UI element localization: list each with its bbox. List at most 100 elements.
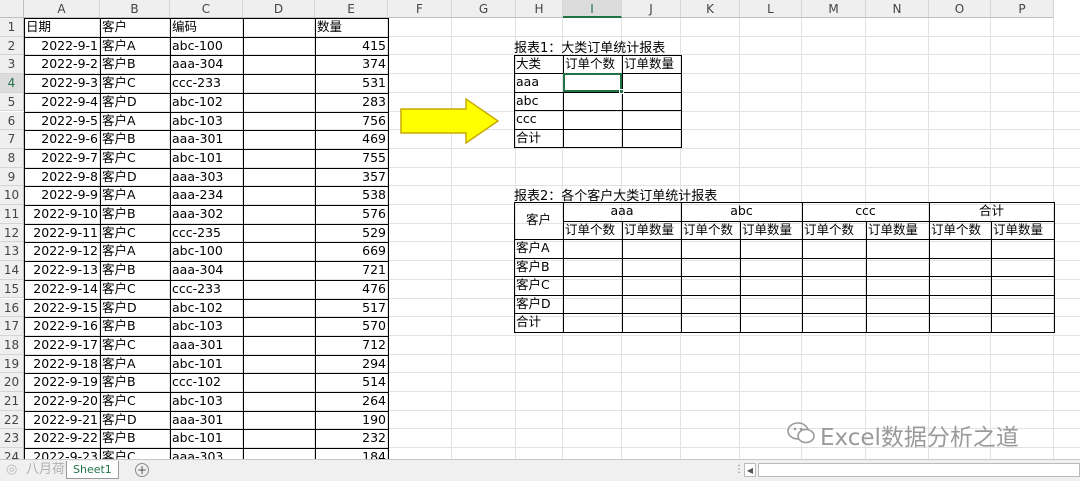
date-cell[interactable]: 2022-9-23 xyxy=(24,448,100,459)
horizontal-scrollbar[interactable] xyxy=(758,463,1080,477)
date-cell[interactable]: 2022-9-2 xyxy=(24,55,100,74)
header-cell[interactable]: 客户 xyxy=(100,18,170,37)
customer-cell[interactable]: 客户D xyxy=(100,411,170,430)
row-header-16[interactable]: 16 xyxy=(0,298,24,318)
row-header-17[interactable]: 17 xyxy=(0,317,24,336)
column-header-d[interactable]: D xyxy=(243,0,315,18)
quantity-cell[interactable]: 294 xyxy=(315,355,388,374)
code-cell[interactable]: abc-101 xyxy=(170,149,243,168)
date-cell[interactable]: 2022-9-17 xyxy=(24,336,100,355)
date-cell[interactable]: 2022-9-3 xyxy=(24,74,100,93)
column-header-a[interactable]: A xyxy=(24,0,100,18)
customer-cell[interactable]: 客户D xyxy=(100,299,170,318)
date-cell[interactable]: 2022-9-11 xyxy=(24,224,100,243)
date-cell[interactable]: 2022-9-19 xyxy=(24,373,100,392)
code-cell[interactable]: ccc-233 xyxy=(170,280,243,299)
customer-cell[interactable]: 客户B xyxy=(100,55,170,74)
report1-row-label[interactable]: ccc xyxy=(514,110,563,129)
code-cell[interactable]: abc-101 xyxy=(170,429,243,448)
row-header-22[interactable]: 22 xyxy=(0,410,24,430)
row-header-12[interactable]: 12 xyxy=(0,223,24,243)
report1-row-label[interactable]: abc xyxy=(514,92,563,111)
add-sheet-icon[interactable]: + xyxy=(135,463,149,477)
customer-cell[interactable]: 客户C xyxy=(100,74,170,93)
customer-cell[interactable]: 客户A xyxy=(100,186,170,205)
row-header-14[interactable]: 14 xyxy=(0,261,24,280)
row-header-5[interactable]: 5 xyxy=(0,92,24,112)
report2-sub-header[interactable]: 订单数量 xyxy=(991,221,1054,240)
date-cell[interactable]: 2022-9-13 xyxy=(24,261,100,280)
column-header-b[interactable]: B xyxy=(100,0,170,18)
report2-customer-header[interactable]: 客户 xyxy=(514,211,563,230)
column-header-h[interactable]: H xyxy=(516,0,563,18)
code-cell[interactable]: abc-101 xyxy=(170,355,243,374)
customer-cell[interactable]: 客户C xyxy=(100,224,170,243)
date-cell[interactable]: 2022-9-4 xyxy=(24,93,100,112)
date-cell[interactable]: 2022-9-8 xyxy=(24,168,100,187)
report2-row-label[interactable]: 客户C xyxy=(514,276,563,295)
code-cell[interactable]: abc-103 xyxy=(170,112,243,131)
customer-cell[interactable]: 客户D xyxy=(100,93,170,112)
code-cell[interactable]: abc-103 xyxy=(170,392,243,411)
row-header-1[interactable]: 1 xyxy=(0,18,24,37)
customer-cell[interactable]: 客户B xyxy=(100,429,170,448)
code-cell[interactable]: abc-100 xyxy=(170,37,243,56)
date-cell[interactable]: 2022-9-12 xyxy=(24,242,100,261)
report2-group-header[interactable]: 合计 xyxy=(929,202,1054,221)
row-header-24[interactable]: 24 xyxy=(0,448,24,459)
quantity-cell[interactable]: 669 xyxy=(315,242,388,261)
column-header-n[interactable]: N xyxy=(866,0,929,18)
fill-handle[interactable] xyxy=(619,89,624,94)
customer-cell[interactable]: 客户A xyxy=(100,355,170,374)
row-header-8[interactable]: 8 xyxy=(0,148,24,168)
row-header-10[interactable]: 10 xyxy=(0,186,24,205)
row-header-6[interactable]: 6 xyxy=(0,111,24,131)
quantity-cell[interactable]: 514 xyxy=(315,373,388,392)
date-cell[interactable]: 2022-9-6 xyxy=(24,130,100,149)
code-cell[interactable]: ccc-233 xyxy=(170,74,243,93)
code-cell[interactable]: aaa-234 xyxy=(170,186,243,205)
customer-cell[interactable]: 客户B xyxy=(100,205,170,224)
report2-group-header[interactable]: ccc xyxy=(802,202,929,221)
code-cell[interactable]: aaa-303 xyxy=(170,168,243,187)
customer-cell[interactable]: 客户C xyxy=(100,392,170,411)
report2-row-label[interactable]: 客户D xyxy=(514,295,563,314)
customer-cell[interactable]: 客户B xyxy=(100,373,170,392)
report2-sub-header[interactable]: 订单个数 xyxy=(563,221,622,240)
row-header-18[interactable]: 18 xyxy=(0,335,24,355)
date-cell[interactable]: 2022-9-5 xyxy=(24,112,100,131)
customer-cell[interactable]: 客户A xyxy=(100,242,170,261)
report2-group-header[interactable]: aaa xyxy=(563,202,681,221)
code-cell[interactable]: ccc-235 xyxy=(170,224,243,243)
column-header-c[interactable]: C xyxy=(170,0,243,18)
customer-cell[interactable]: 客户C xyxy=(100,149,170,168)
quantity-cell[interactable]: 531 xyxy=(315,74,388,93)
code-cell[interactable]: aaa-301 xyxy=(170,130,243,149)
row-header-19[interactable]: 19 xyxy=(0,354,24,374)
row-header-11[interactable]: 11 xyxy=(0,205,24,224)
column-header-f[interactable]: F xyxy=(388,0,452,18)
column-header-m[interactable]: M xyxy=(802,0,866,18)
code-cell[interactable]: aaa-301 xyxy=(170,411,243,430)
row-header-9[interactable]: 9 xyxy=(0,167,24,187)
code-cell[interactable]: abc-100 xyxy=(170,242,243,261)
selected-cell[interactable] xyxy=(563,73,622,92)
report1-header[interactable]: 订单数量 xyxy=(622,55,681,74)
customer-cell[interactable]: 客户B xyxy=(100,317,170,336)
code-cell[interactable]: aaa-302 xyxy=(170,205,243,224)
quantity-cell[interactable]: 529 xyxy=(315,224,388,243)
date-cell[interactable]: 2022-9-16 xyxy=(24,317,100,336)
quantity-cell[interactable]: 232 xyxy=(315,429,388,448)
quantity-cell[interactable]: 576 xyxy=(315,205,388,224)
customer-cell[interactable]: 客户C xyxy=(100,448,170,459)
date-cell[interactable]: 2022-9-21 xyxy=(24,411,100,430)
column-header-o[interactable]: O xyxy=(929,0,991,18)
quantity-cell[interactable]: 184 xyxy=(315,448,388,459)
report2-sub-header[interactable]: 订单个数 xyxy=(929,221,991,240)
quantity-cell[interactable]: 712 xyxy=(315,336,388,355)
customer-cell[interactable]: 客户D xyxy=(100,168,170,187)
sheet-tab-sheet1[interactable]: Sheet1 xyxy=(66,461,119,479)
quantity-cell[interactable]: 357 xyxy=(315,168,388,187)
customer-cell[interactable]: 客户A xyxy=(100,37,170,56)
quantity-cell[interactable]: 755 xyxy=(315,149,388,168)
